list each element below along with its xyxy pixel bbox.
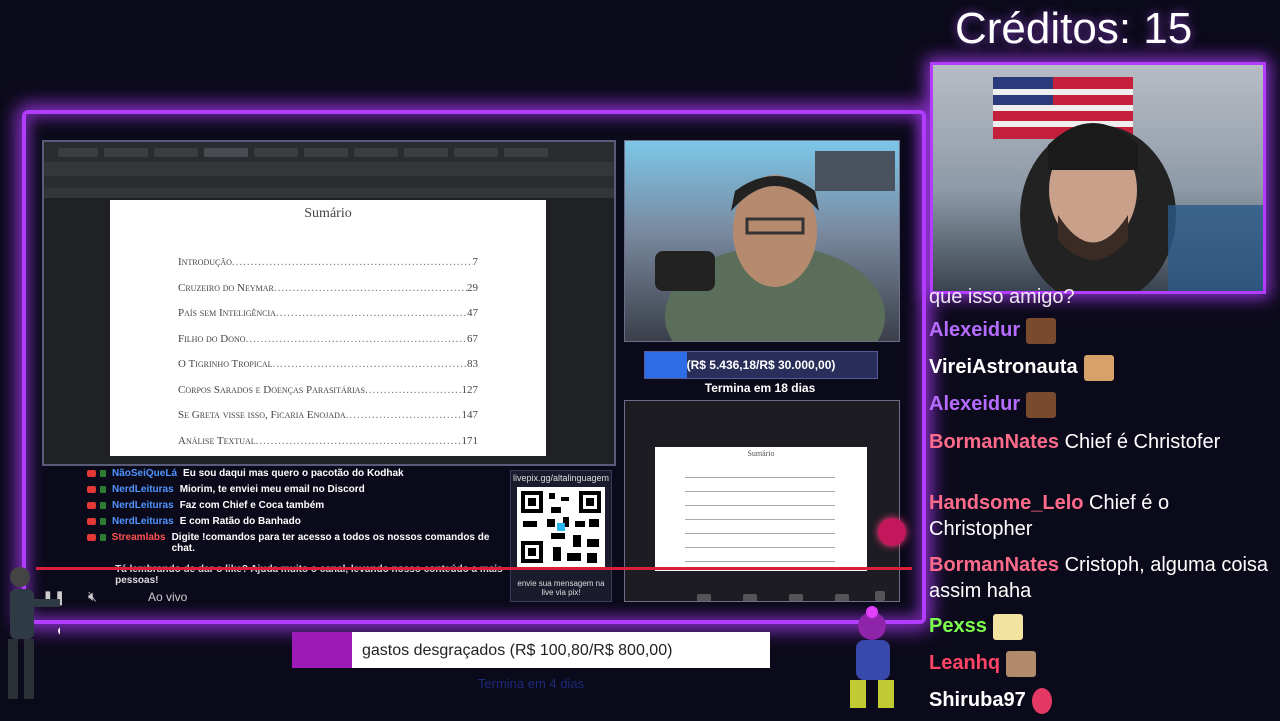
- qr-code-icon: [517, 487, 605, 567]
- heart-emote-icon: [1031, 687, 1052, 714]
- chat-message: que isso amigo?: [929, 286, 1075, 308]
- browser-bookmarks-bar: [44, 176, 614, 188]
- mini-pdf-title: Sumário: [747, 449, 775, 458]
- chat-message: Alexeidur: [929, 391, 1269, 418]
- pix-url: livepix.gg/altalinguagem: [512, 473, 610, 483]
- chat-message: Handsome_Lelo Chief é o Christopher: [929, 492, 1170, 540]
- toc-row: Filho do Dono...........................…: [178, 333, 478, 345]
- overlay-chat-row: NãoSeiQueLá Eu sou daqui mas quero o paco…: [72, 468, 512, 484]
- member-badge-icon: [100, 470, 106, 477]
- face-emote-icon: [1026, 317, 1057, 344]
- guest-webcam: [624, 140, 900, 342]
- face-emote-icon: [1026, 391, 1057, 418]
- browser-tab-bar: [44, 142, 614, 162]
- toc-row: Introdução..............................…: [178, 256, 478, 268]
- donation-goal-bar: (R$ 5.436,18/R$ 30.000,00): [644, 351, 878, 379]
- pause-icon[interactable]: [697, 594, 711, 601]
- mascot-left: [0, 565, 66, 715]
- pix-qr-panel: livepix.gg/altalinguagem envie sua mensa…: [510, 470, 612, 602]
- mute-icon[interactable]: 🔇︎: [88, 588, 97, 605]
- player-controls: ❚❚ 🔇︎ Ao vivo: [36, 585, 246, 609]
- settings-icon[interactable]: [789, 594, 803, 601]
- donation-goal-deadline: Termina em 18 dias: [704, 381, 816, 395]
- streamer-webcam-image: [993, 77, 1263, 291]
- chat-message: VireiAstronauta: [929, 354, 1269, 381]
- chat-message: Alexeidur: [929, 317, 1269, 344]
- youtube-icon: [87, 518, 96, 525]
- theater-icon[interactable]: [835, 594, 849, 601]
- guest-webcam-image: [655, 151, 895, 341]
- credits-counter: Créditos: 15: [955, 4, 1193, 53]
- overlay-chat-row: NerdLeituras E com Ratão do Banhado: [72, 516, 512, 532]
- live-label[interactable]: Ao vivo: [148, 590, 187, 604]
- laugh-emote-icon: [1083, 354, 1114, 381]
- streamer-webcam: [930, 62, 1266, 294]
- member-badge-icon: [100, 518, 106, 525]
- chat-message: BormanNates Chief é Christofer: [929, 431, 1221, 453]
- cat-emote-icon: [1006, 650, 1037, 677]
- pix-caption: envie sua mensagem na live via pix!: [517, 579, 605, 597]
- youtube-icon: [87, 502, 96, 509]
- anime-emote-icon: [992, 613, 1023, 640]
- secondary-goal-fill: [292, 632, 353, 668]
- secondary-screen-share: Sumário: [624, 400, 900, 602]
- overlay-chat-row: NerdLeituras Miorim, te enviei meu email …: [72, 484, 512, 500]
- toc-row: País sem Inteligência...................…: [178, 307, 478, 319]
- overlay-chat-row: NerdLeituras Faz com Chief e Coca também: [72, 500, 512, 516]
- screen-share: Sumário Introdução......................…: [42, 140, 616, 466]
- chat-message: Pexss: [929, 613, 1269, 640]
- member-badge-icon: [100, 486, 106, 493]
- youtube-icon: [87, 486, 96, 493]
- toc-row: Corpos Sarados e Doenças Parasitárias...…: [178, 384, 478, 396]
- secondary-goal-bar: gastos desgraçados (R$ 100,80/R$ 800,00): [292, 632, 770, 668]
- donation-goal-text: (R$ 5.436,18/R$ 30.000,00): [686, 358, 836, 372]
- overlay-chat-row: Streamlabs Digite !comandos para ter aces…: [72, 532, 512, 562]
- pdf-toolbar: [44, 188, 614, 198]
- mascot-right: [838, 604, 908, 716]
- chat-message: BormanNates Cristoph, alguma coisa assim…: [929, 554, 1269, 602]
- toc-row: Análise Textual.........................…: [178, 435, 478, 447]
- subtitles-icon[interactable]: [743, 594, 757, 601]
- channel-logo-icon: [878, 518, 906, 546]
- fullscreen-icon[interactable]: [875, 591, 885, 601]
- browser-url-bar: [44, 162, 614, 176]
- pdf-title: Sumário: [304, 206, 352, 221]
- youtube-icon: [87, 470, 96, 477]
- mini-pdf-page: Sumário: [655, 447, 867, 571]
- chat-message: Shiruba97: [929, 687, 1269, 714]
- toc-row: O Tigrinho Tropical.....................…: [178, 358, 478, 370]
- video-progress-bar[interactable]: [36, 567, 912, 570]
- pdf-page: Sumário Introdução......................…: [110, 200, 546, 456]
- member-badge-icon: [100, 502, 106, 509]
- toc-row: Cruzeiro do Neymar......................…: [178, 282, 478, 294]
- chat-message: Leanhq: [929, 650, 1269, 677]
- secondary-goal-text: gastos desgraçados (R$ 100,80/R$ 800,00): [362, 642, 673, 659]
- secondary-goal-deadline: Termina em 4 dias: [477, 676, 585, 691]
- toc-row: Se Greta visse isso, Ficaria Enojada....…: [178, 409, 478, 421]
- youtube-icon: [86, 534, 96, 541]
- member-badge-icon: [99, 534, 106, 541]
